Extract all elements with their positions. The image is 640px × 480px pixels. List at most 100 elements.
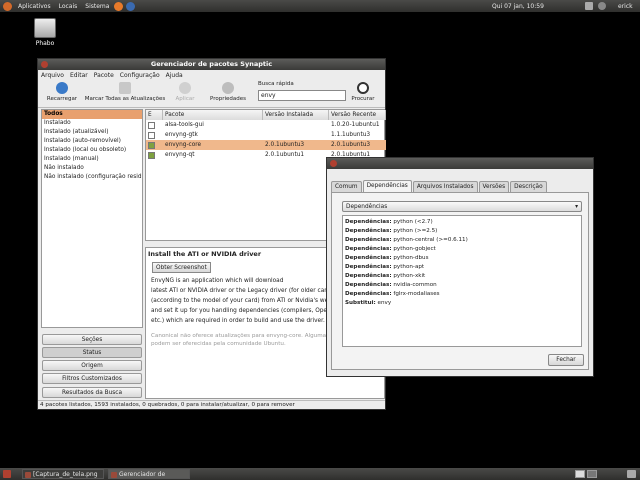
trash-icon[interactable] <box>627 470 636 478</box>
workspace-2[interactable] <box>587 470 597 478</box>
list-item[interactable]: Substitui: envy <box>345 299 579 308</box>
quick-search-label: Busca rápida <box>258 81 294 87</box>
dep-key: Dependências: <box>345 273 392 279</box>
reload-button[interactable]: Recarregar <box>42 82 82 102</box>
toolbar: Recarregar Marcar Todas as Atualizações … <box>38 80 385 108</box>
origin-button[interactable]: Origem <box>42 360 142 371</box>
upgrade-icon <box>119 82 131 94</box>
sections-button[interactable]: Seções <box>42 334 142 345</box>
get-screenshot-button[interactable]: Obter Screenshot <box>152 262 211 273</box>
menu-package[interactable]: Pacote <box>94 72 114 79</box>
show-desktop-icon[interactable] <box>3 470 11 478</box>
properties-label: Propriedades <box>210 96 246 102</box>
tab-versions[interactable]: Versões <box>478 181 510 192</box>
dep-key: Dependências: <box>345 237 392 243</box>
table-row[interactable]: alsa-tools-gui 1.0.20-1ubuntu1 <box>146 120 386 130</box>
package-name: envyng-core <box>165 142 202 148</box>
workspace-1[interactable] <box>575 470 585 478</box>
taskbar-item-screenshot[interactable]: [Captura_de_tela.png ... <box>22 469 104 479</box>
menu-system[interactable]: Sistema <box>85 3 109 10</box>
dep-value: envy <box>377 300 392 306</box>
column-latest-version[interactable]: Versão Recente <box>329 110 386 120</box>
column-package[interactable]: Pacote <box>163 110 263 120</box>
apply-button[interactable]: Aplicar <box>170 82 200 102</box>
window-titlebar[interactable]: Gerenciador de pacotes Synaptic <box>38 59 385 70</box>
list-item[interactable]: Dependências: python-gobject <box>345 245 579 254</box>
properties-button[interactable]: Propriedades <box>208 82 248 102</box>
list-item[interactable]: Dependências: python-apt <box>345 263 579 272</box>
latest-version: 1.1.1ubuntu3 <box>331 132 371 138</box>
apply-label: Aplicar <box>175 96 195 102</box>
latest-version: 2.0.1ubuntu3 <box>331 142 371 148</box>
dep-key: Dependências: <box>345 255 392 261</box>
bottom-panel: [Captura_de_tela.png ... Gerenciador de … <box>0 468 640 480</box>
tab-common[interactable]: Comum <box>331 181 362 192</box>
table-row[interactable]: envyng-gtk 1.1.1ubuntu3 <box>146 130 386 140</box>
list-item[interactable]: Dependências: python-central (>=0.6.11) <box>345 236 579 245</box>
status-checkbox[interactable] <box>148 132 155 139</box>
clock[interactable]: Qui 07 jan, 10:59 <box>492 3 544 10</box>
dep-key: Dependências: <box>345 291 392 297</box>
menu-help[interactable]: Ajuda <box>166 72 183 79</box>
list-item[interactable]: Dependências: nvidia-common <box>345 281 579 290</box>
ubuntu-logo-icon[interactable] <box>3 1 12 11</box>
menu-file[interactable]: Arquivo <box>41 72 64 79</box>
close-button[interactable]: Fechar <box>548 354 584 366</box>
list-item[interactable]: Dependências: fglrx-modaliases <box>345 290 579 299</box>
volume-icon[interactable] <box>598 2 606 10</box>
filter-item[interactable]: Instalado (local ou obsoleto) <box>42 146 142 155</box>
top-panel: Aplicativos Locais Sistema Qui 07 jan, 1… <box>0 0 640 12</box>
menubar: Arquivo Editar Pacote Configuração Ajuda <box>38 70 385 80</box>
help-icon[interactable] <box>126 1 136 11</box>
desktop-drive-icon[interactable]: Phabo <box>28 18 62 47</box>
tab-bar: Comum Dependências Arquivos Instalados V… <box>331 180 548 192</box>
dep-value: python (<2.7) <box>393 219 433 225</box>
network-icon[interactable] <box>585 2 593 10</box>
mark-all-label: Marcar Todas as Atualizações <box>84 96 166 102</box>
taskbar-item-synaptic[interactable]: Gerenciador de pacotes ... <box>108 469 190 479</box>
search-results-button[interactable]: Resultados da Busca <box>42 387 142 398</box>
dialog-titlebar[interactable] <box>327 158 593 169</box>
table-row[interactable]: envyng-core 2.0.1ubuntu3 2.0.1ubuntu3 <box>146 140 386 150</box>
package-name: envyng-qt <box>165 152 195 158</box>
list-item[interactable]: Dependências: python (>=2.5) <box>345 227 579 236</box>
menu-settings[interactable]: Configuração <box>120 72 160 79</box>
dep-value: python-xkit <box>393 273 426 279</box>
filter-item[interactable]: Instalado <box>42 119 142 128</box>
dependency-type-select[interactable]: Dependências ▾ <box>342 201 582 212</box>
list-item[interactable]: Dependências: python (<2.7) <box>345 218 579 227</box>
filter-item[interactable]: Instalado (manual) <box>42 155 142 164</box>
search-icon <box>357 82 369 94</box>
dep-value: python (>=2.5) <box>393 228 438 234</box>
tab-description[interactable]: Descrição <box>510 181 547 192</box>
filter-item[interactable]: Todos <box>42 110 142 119</box>
package-name: alsa-tools-gui <box>165 122 204 128</box>
list-item[interactable]: Dependências: python-xkit <box>345 272 579 281</box>
menu-edit[interactable]: Editar <box>70 72 88 79</box>
filter-item[interactable]: Instalado (auto-removível) <box>42 137 142 146</box>
filter-item[interactable]: Não instalado (configuração residu <box>42 173 142 182</box>
user-name[interactable]: erick <box>618 3 633 10</box>
column-status[interactable]: E <box>146 110 163 120</box>
status-button[interactable]: Status <box>42 347 142 358</box>
search-button[interactable]: Procurar <box>348 82 378 102</box>
column-installed-version[interactable]: Versão Instalada <box>263 110 329 120</box>
firefox-icon[interactable] <box>114 1 124 11</box>
filter-item[interactable]: Instalado (atualizável) <box>42 128 142 137</box>
filter-item[interactable]: Não instalado <box>42 164 142 173</box>
dep-key: Dependências: <box>345 264 392 270</box>
menu-applications[interactable]: Aplicativos <box>18 3 51 10</box>
status-checkbox[interactable] <box>148 122 155 129</box>
list-item[interactable]: Dependências: python-dbus <box>345 254 579 263</box>
mark-all-upgrades-button[interactable]: Marcar Todas as Atualizações <box>82 82 168 102</box>
dep-value: python-central (>=0.6.11) <box>393 237 468 243</box>
installed-version: 2.0.1ubuntu3 <box>265 142 305 148</box>
custom-filters-button[interactable]: Filtros Customizados <box>42 373 142 384</box>
status-checkbox[interactable] <box>148 152 155 159</box>
menu-places[interactable]: Locais <box>59 3 78 10</box>
tab-dependencies[interactable]: Dependências <box>362 180 412 192</box>
tab-installed-files[interactable]: Arquivos Instalados <box>412 181 478 192</box>
quick-search-input[interactable]: envy <box>258 90 346 101</box>
dep-key: Dependências: <box>345 246 392 252</box>
status-checkbox[interactable] <box>148 142 155 149</box>
